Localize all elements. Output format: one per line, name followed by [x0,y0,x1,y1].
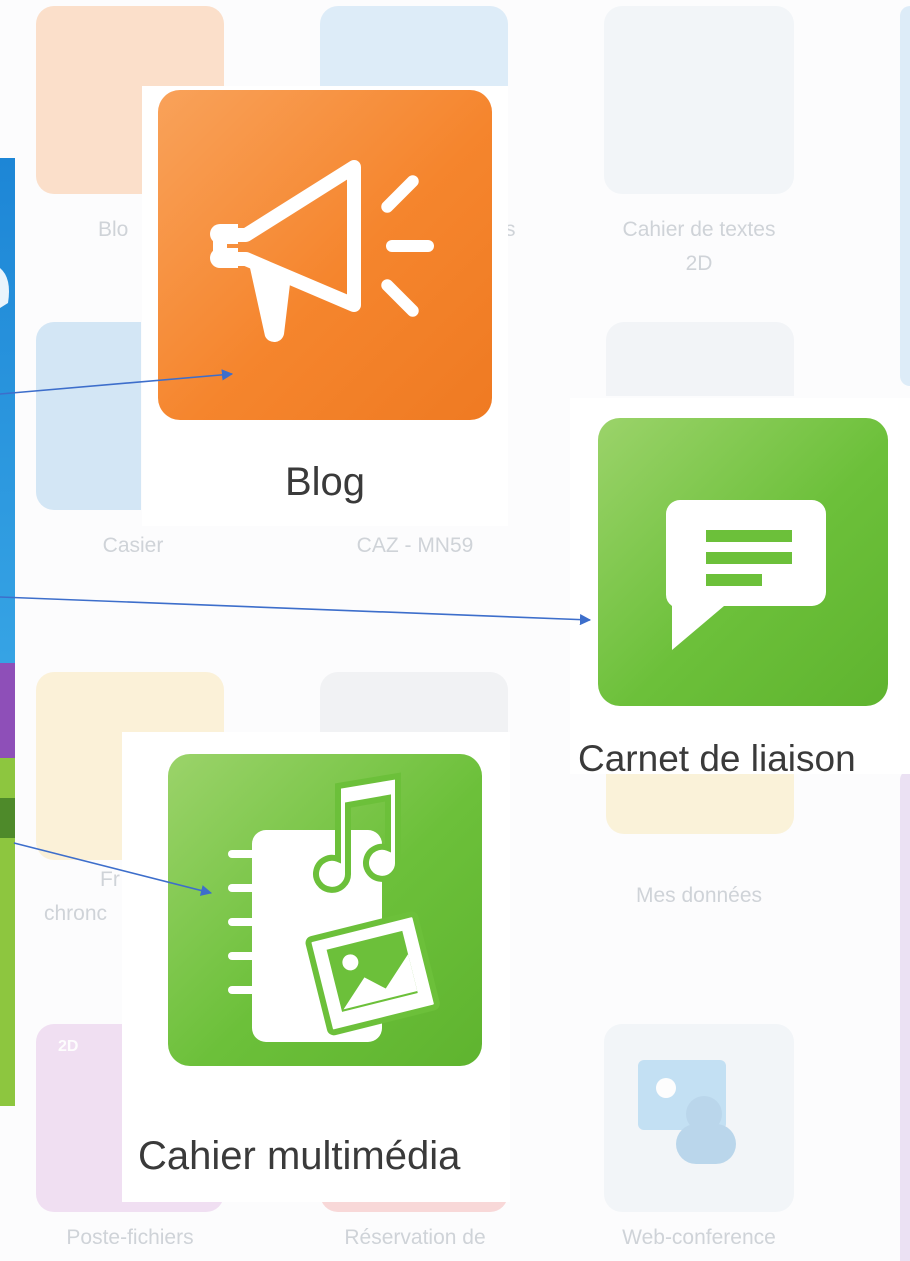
bg-label-blog: Blo [98,218,129,241]
carnet-title: Carnet de liaison [578,738,856,779]
bg-label-poste-fichiers: Poste-fichiers [66,1226,194,1249]
chat-bubble-icon [665,500,826,650]
multimedia-title: Cahier multimédia [138,1134,461,1178]
bg-tile-middle-r3[interactable] [320,672,508,732]
blog-app-tile[interactable] [158,90,492,420]
bg-label-reservation: Réservation de [344,1226,486,1249]
bg-tile-right-edge[interactable] [900,6,910,386]
bg-label-web-conference: Web-conference [622,1226,776,1249]
carnet-highlight-card: Carnet de liaison [570,398,910,779]
bg-tile-cahier-textes[interactable] [604,6,794,194]
bg-label-cahier-textes-line2: 2D [685,252,713,275]
notebook-music-picture-icon [228,772,440,1042]
carnet-app-tile[interactable] [598,418,888,706]
landscape-illustration [0,158,15,1106]
bg-tile-cahier[interactable] [320,6,508,88]
bg-tile-web-conference[interactable] [604,1024,794,1212]
megaphone-icon [210,160,434,343]
multimedia-app-tile[interactable] [168,754,482,1066]
blog-highlight-card: Blog [142,86,508,526]
bg-label-casier: Casier [102,534,164,557]
arrow-to-carnet [0,596,592,626]
multimedia-highlight-card: Cahier multimédia [122,732,510,1202]
bg-label-mes-donnees: Mes données [635,884,763,907]
web-conference-icon [638,1060,736,1164]
bg-label-cahier-s: s [505,218,516,241]
bg-tile-casier[interactable] [36,322,141,510]
badge-2d: 2D [58,1038,79,1055]
bg-label-caz: CAZ - MN59 [356,534,474,557]
blog-title: Blog [284,460,366,504]
bg-label-cahier-textes-line1: Cahier de textes [622,218,776,241]
left-screenshot-panel [0,158,15,1106]
bg-tile-caz[interactable] [606,322,794,396]
bg-tile-right-edge-2[interactable] [900,770,910,1261]
